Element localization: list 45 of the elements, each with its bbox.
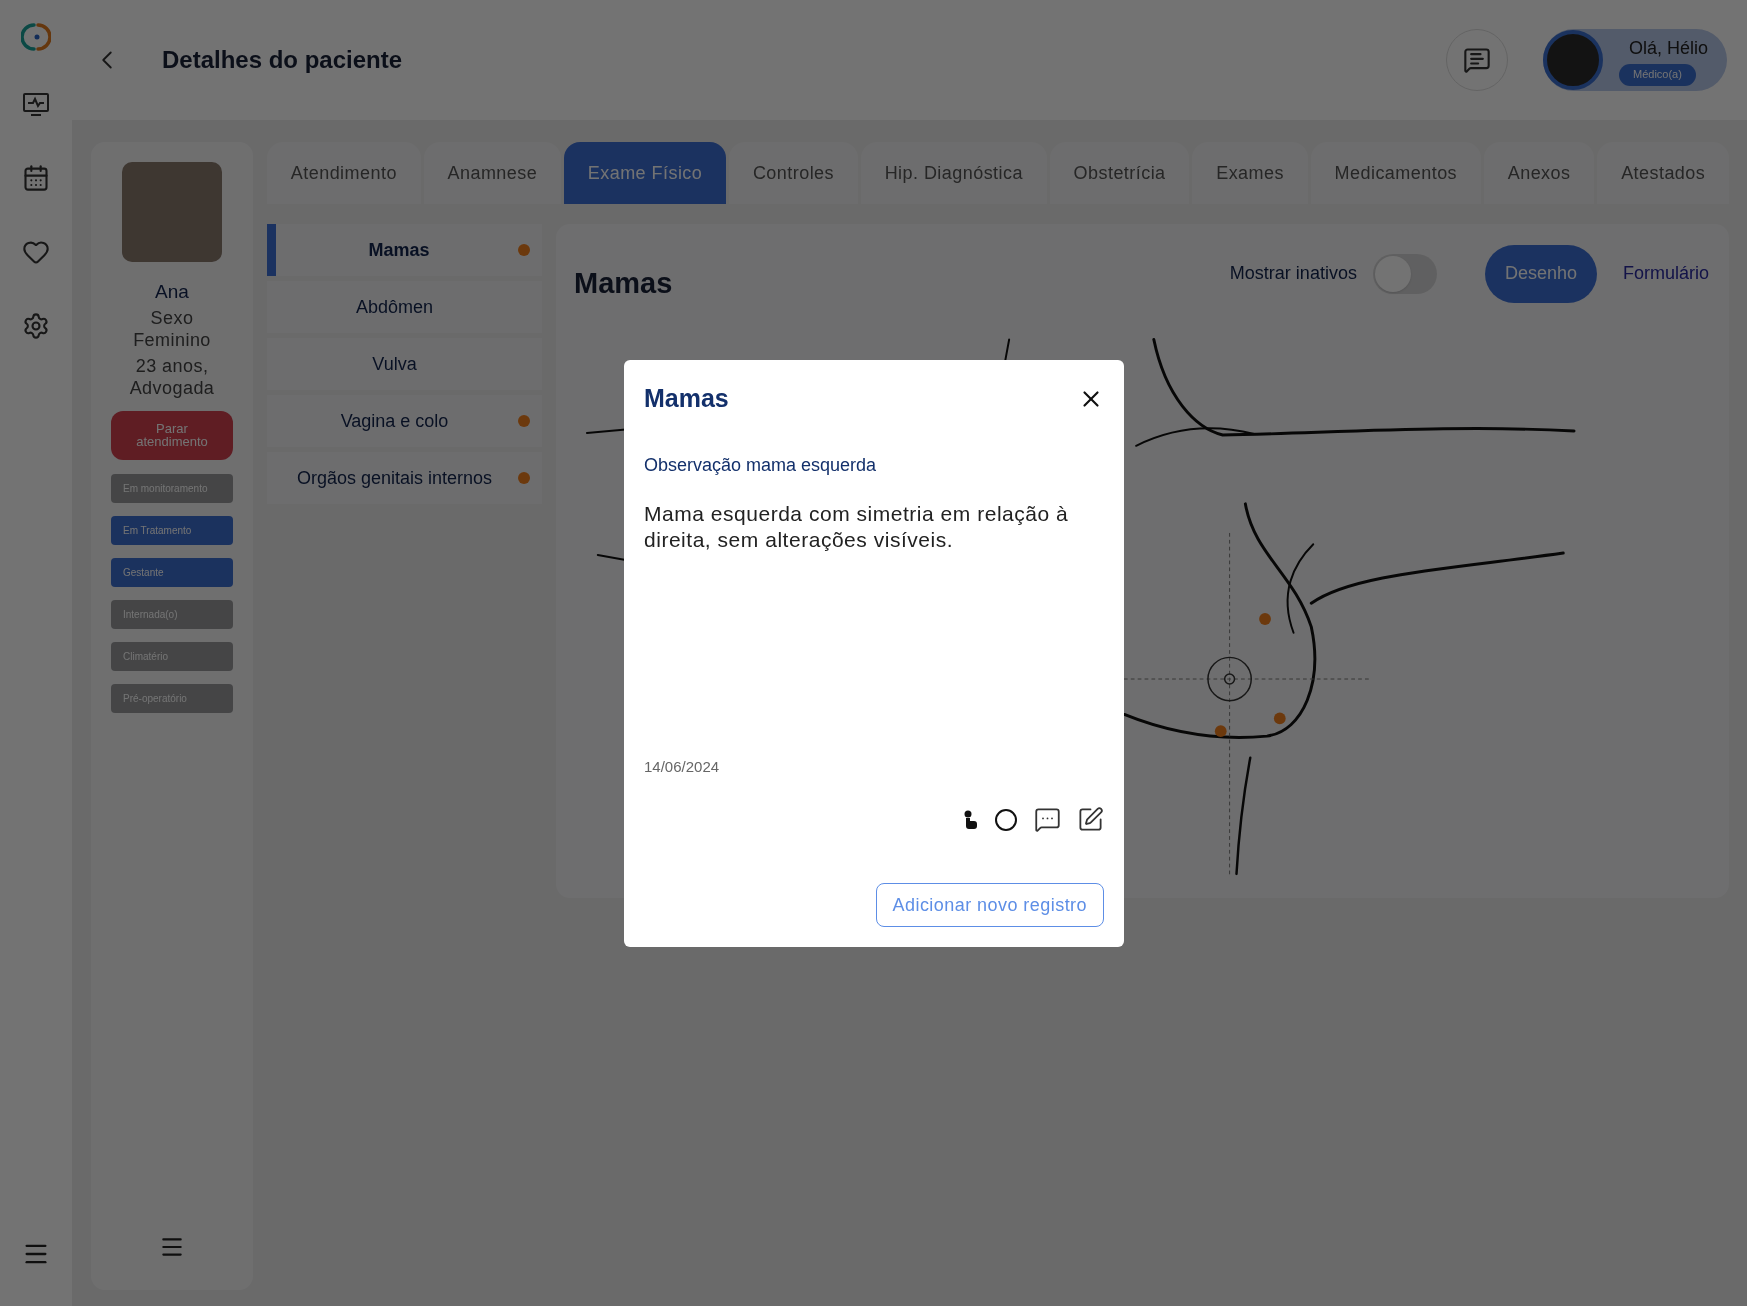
section-item[interactable]: Vagina e colo (267, 395, 542, 447)
stop-button[interactable]: Parar atendimento (111, 410, 233, 460)
page-title: Detalhes do paciente (162, 45, 403, 75)
calendar-icon[interactable] (22, 164, 50, 192)
comment-icon[interactable] (1034, 806, 1061, 833)
tab[interactable]: Atendimento (267, 142, 421, 204)
chat-icon (1463, 46, 1491, 74)
toggle-label: Mostrar inativos (1229, 262, 1357, 286)
tab[interactable]: Medicamentos (1310, 142, 1481, 204)
section-item[interactable]: Mamas (267, 224, 542, 276)
settings-icon[interactable] (22, 312, 50, 340)
add-record-button[interactable]: Adicionar novo registro (875, 883, 1104, 927)
view-button[interactable]: Formulário (1620, 244, 1711, 303)
status-tag[interactable]: Gestante (111, 557, 233, 587)
hand-icon[interactable] (962, 809, 978, 830)
tab[interactable]: Anamnese (423, 142, 561, 204)
tab[interactable]: Anexos (1483, 142, 1595, 204)
tab[interactable]: Obstetrícia (1049, 142, 1190, 204)
section-item[interactable]: Orgãos genitais internos (267, 452, 542, 504)
view-button[interactable]: Desenho (1484, 244, 1597, 303)
tab[interactable]: Controles (729, 142, 858, 204)
role-badge: Médico(a) (1619, 63, 1696, 86)
user-greeting: Olá, Hélio (1628, 36, 1708, 60)
panel-title: Mamas (574, 266, 673, 301)
observation-text: Mama esquerda com simetria em relação à direita, sem alterações visíveis. (644, 500, 1070, 553)
patient-name: Ana (155, 280, 189, 304)
user-pill[interactable]: Olá, Hélio Médico(a) (1543, 29, 1727, 91)
tab[interactable]: Exames (1192, 142, 1308, 204)
tab[interactable]: Atestados (1597, 142, 1730, 204)
patient-sex: Sexo Feminino (132, 306, 212, 351)
circle-icon[interactable] (994, 807, 1018, 832)
dialog-title: Mamas (644, 383, 729, 414)
observation-date: 14/06/2024 (644, 756, 721, 777)
tab[interactable]: Exame Físico (564, 142, 727, 204)
tab[interactable]: Hip. Diagnóstica (860, 142, 1047, 204)
observation-title: Observação mama esquerda (644, 453, 878, 477)
patient-age-job: 23 anos, Advogada (128, 354, 216, 399)
monitor-icon[interactable] (22, 92, 50, 118)
toggle-switch[interactable] (1372, 253, 1437, 294)
section-item[interactable]: Abdômen (267, 281, 542, 333)
status-tag[interactable]: Em Tratamento (111, 515, 233, 545)
user-avatar (1543, 30, 1603, 90)
section-item[interactable]: Vulva (267, 338, 542, 390)
app-logo (21, 22, 51, 52)
edit-icon[interactable] (1077, 806, 1104, 833)
